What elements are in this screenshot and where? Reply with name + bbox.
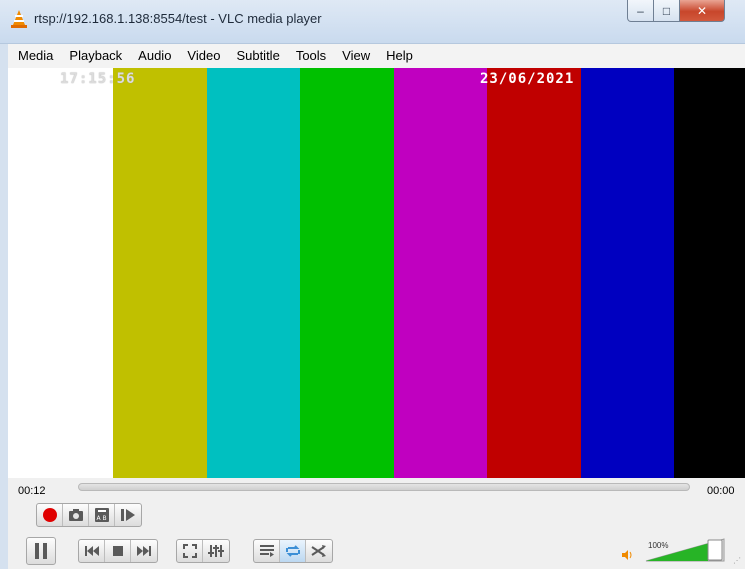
pause-icon xyxy=(35,543,47,559)
svg-text:A B: A B xyxy=(96,515,106,522)
fullscreen-button[interactable] xyxy=(177,540,203,562)
minimize-button[interactable]: – xyxy=(627,0,654,22)
volume-handle[interactable] xyxy=(707,539,723,561)
stop-button[interactable] xyxy=(105,540,131,562)
shuffle-button[interactable] xyxy=(306,540,332,562)
elapsed-time[interactable]: 00:12 xyxy=(18,485,46,497)
menu-help[interactable]: Help xyxy=(378,44,421,68)
color-bar xyxy=(487,68,581,478)
next-button[interactable] xyxy=(131,540,157,562)
window-title: rtsp://192.168.1.138:8554/test - VLC med… xyxy=(34,11,322,26)
maximize-button[interactable]: □ xyxy=(654,0,680,22)
playlist-button[interactable] xyxy=(254,540,280,562)
loop-icon xyxy=(285,545,300,557)
vlc-cone-icon xyxy=(11,10,27,28)
extended-settings-button[interactable] xyxy=(203,540,229,562)
playback-controls xyxy=(78,539,158,563)
resize-grip[interactable]: ⋰ xyxy=(733,556,741,565)
shuffle-icon xyxy=(311,545,326,557)
menu-subtitle[interactable]: Subtitle xyxy=(228,44,287,68)
advanced-controls: A B xyxy=(36,503,142,527)
video-display[interactable] xyxy=(20,68,745,478)
ab-loop-button[interactable]: A B xyxy=(89,504,115,526)
frame-step-button[interactable] xyxy=(115,504,141,526)
osd-timestamp: 17:15:56 xyxy=(60,71,136,87)
window-controls: – □ ✕ xyxy=(627,0,725,22)
color-bar xyxy=(113,68,207,478)
record-icon xyxy=(42,508,57,522)
color-bar xyxy=(581,68,674,478)
previous-icon xyxy=(84,546,99,556)
extended-settings-icon xyxy=(208,545,224,557)
fullscreen-icon xyxy=(182,544,197,558)
volume-slider[interactable] xyxy=(644,537,726,563)
menu-audio[interactable]: Audio xyxy=(130,44,179,68)
record-button[interactable] xyxy=(37,504,63,526)
menu-playback[interactable]: Playback xyxy=(61,44,130,68)
menu-bar: Media Playback Audio Video Subtitle Tool… xyxy=(8,44,745,68)
menu-media[interactable]: Media xyxy=(8,44,61,68)
menu-tools[interactable]: Tools xyxy=(288,44,334,68)
loop-button[interactable] xyxy=(280,540,306,562)
color-bar xyxy=(394,68,487,478)
previous-button[interactable] xyxy=(79,540,105,562)
total-time[interactable]: 00:00 xyxy=(707,485,735,497)
view-controls xyxy=(176,539,230,563)
playlist-icon xyxy=(259,545,274,557)
color-bar xyxy=(300,68,394,478)
ab-loop-icon: A B xyxy=(94,508,109,522)
color-bar xyxy=(207,68,300,478)
seek-slider[interactable] xyxy=(78,483,690,491)
close-button[interactable]: ✕ xyxy=(680,0,725,22)
color-bar xyxy=(674,68,745,478)
color-bar xyxy=(20,68,113,478)
osd-date: 23/06/2021 xyxy=(480,71,575,87)
video-margin xyxy=(8,68,20,478)
playlist-controls xyxy=(253,539,333,563)
speaker-icon[interactable] xyxy=(621,549,633,561)
snapshot-icon xyxy=(68,509,83,521)
menu-view[interactable]: View xyxy=(334,44,378,68)
window-frame-left xyxy=(0,44,8,569)
snapshot-button[interactable] xyxy=(63,504,89,526)
menu-video[interactable]: Video xyxy=(179,44,228,68)
next-icon xyxy=(137,546,151,556)
pause-button[interactable] xyxy=(26,537,56,565)
frame-step-icon xyxy=(121,509,135,521)
stop-icon xyxy=(112,546,123,556)
title-bar[interactable]: rtsp://192.168.1.138:8554/test - VLC med… xyxy=(0,0,745,44)
